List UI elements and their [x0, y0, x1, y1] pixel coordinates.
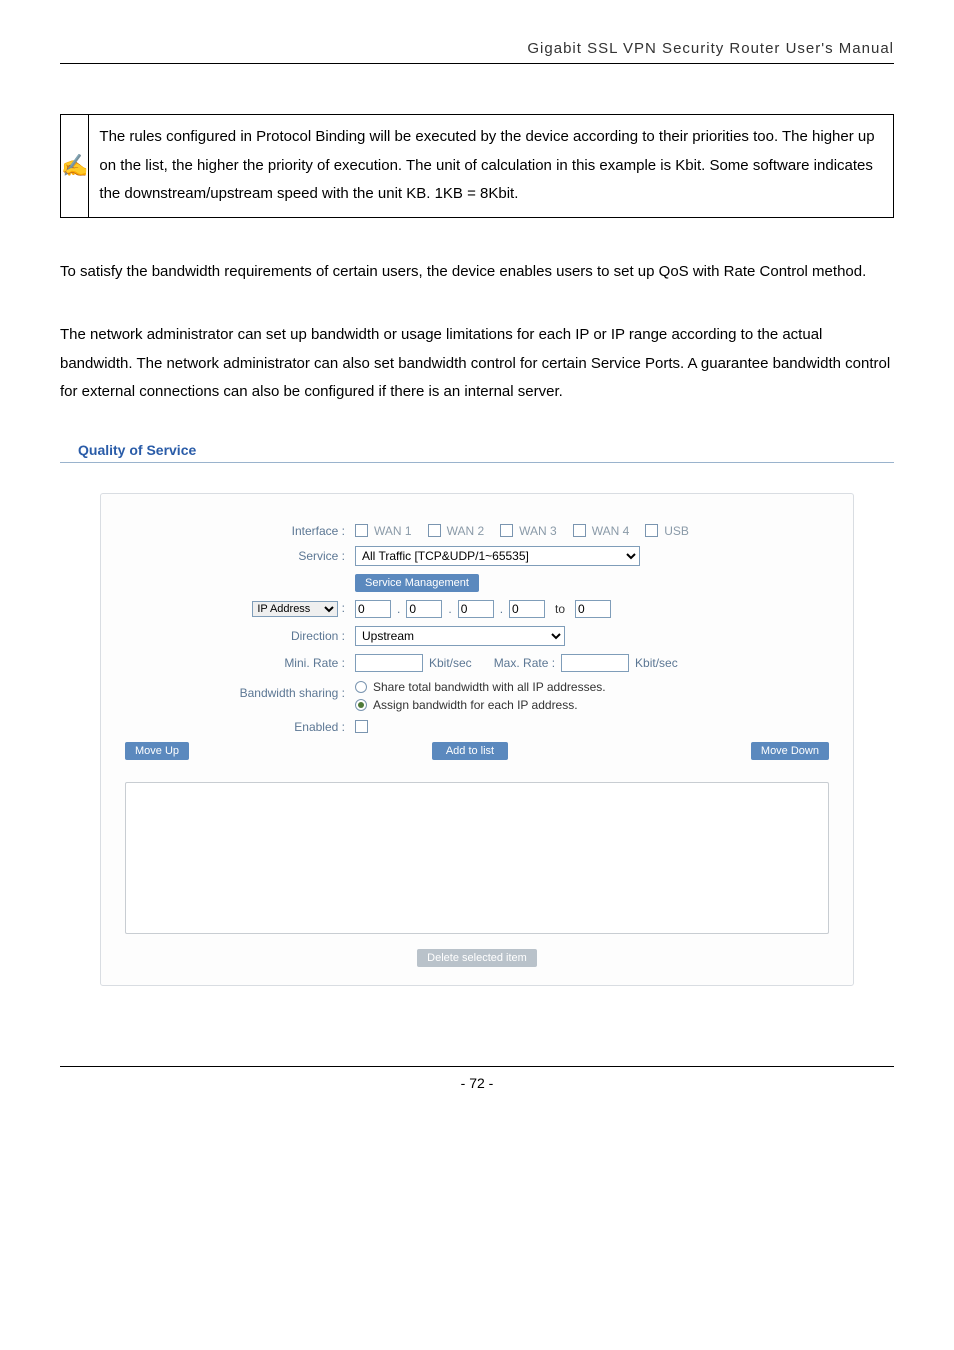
radio-label-assign-each: Assign bandwidth for each IP address. — [373, 698, 578, 712]
checkbox-label-wan2: WAN 2 — [447, 524, 485, 538]
checkbox-wan3[interactable] — [500, 524, 513, 537]
service-management-button[interactable]: Service Management — [355, 574, 479, 592]
ip-type-select[interactable]: IP Address — [252, 601, 338, 617]
move-up-button[interactable]: Move Up — [125, 742, 189, 760]
max-rate-label: Max. Rate : — [494, 656, 555, 670]
label-direction: Direction : — [125, 629, 355, 643]
label-bandwidth-sharing: Bandwidth sharing : — [125, 680, 355, 700]
ip-to-label: to — [555, 602, 565, 616]
checkbox-usb[interactable] — [645, 524, 658, 537]
section-underline — [60, 462, 894, 463]
checkbox-wan2[interactable] — [428, 524, 441, 537]
label-mini-rate: Mini. Rate : — [125, 656, 355, 670]
move-down-button[interactable]: Move Down — [751, 742, 829, 760]
checkbox-wan1[interactable] — [355, 524, 368, 537]
checkbox-enabled[interactable] — [355, 720, 368, 733]
ip-octet-1[interactable] — [355, 600, 391, 618]
paragraph-2: The network administrator can set up ban… — [60, 321, 894, 407]
paragraph-1: To satisfy the bandwidth requirements of… — [60, 258, 894, 287]
ip-octet-4[interactable] — [509, 600, 545, 618]
checkbox-label-wan1: WAN 1 — [374, 524, 412, 538]
checkbox-label-wan4: WAN 4 — [592, 524, 630, 538]
note-text: The rules configured in Protocol Binding… — [89, 115, 893, 217]
rule-list-box[interactable] — [125, 782, 829, 934]
label-service: Service : — [125, 549, 355, 563]
radio-assign-each[interactable] — [355, 699, 367, 711]
max-rate-unit: Kbit/sec — [635, 656, 678, 670]
section-heading-wrap: Quality of Service — [60, 442, 894, 463]
dot: . — [397, 602, 400, 616]
min-rate-unit: Kbit/sec — [429, 656, 472, 670]
ip-octet-2[interactable] — [406, 600, 442, 618]
label-interface: Interface : — [125, 524, 355, 538]
checkbox-wan4[interactable] — [573, 524, 586, 537]
radio-share-total[interactable] — [355, 681, 367, 693]
dot: . — [448, 602, 451, 616]
delete-selected-button[interactable]: Delete selected item — [417, 949, 537, 967]
service-select[interactable]: All Traffic [TCP&UDP/1~65535] — [355, 546, 640, 566]
max-rate-input[interactable] — [561, 654, 629, 672]
checkbox-label-usb: USB — [664, 524, 689, 538]
dot: . — [500, 602, 503, 616]
add-to-list-button[interactable]: Add to list — [432, 742, 508, 760]
handwrite-icon: ✍ — [61, 115, 89, 217]
min-rate-input[interactable] — [355, 654, 423, 672]
section-heading: Quality of Service — [60, 442, 894, 460]
direction-select[interactable]: Upstream — [355, 626, 565, 646]
ip-octet-3[interactable] — [458, 600, 494, 618]
page-header: Gigabit SSL VPN Security Router User's M… — [60, 40, 894, 64]
radio-label-share-total: Share total bandwidth with all IP addres… — [373, 680, 606, 694]
checkbox-label-wan3: WAN 3 — [519, 524, 557, 538]
page-footer: - 72 - — [60, 1066, 894, 1091]
ip-octet-5[interactable] — [575, 600, 611, 618]
note-box: ✍ The rules configured in Protocol Bindi… — [60, 114, 894, 218]
qos-panel: Interface : WAN 1 WAN 2 WAN 3 WAN 4 USB … — [100, 493, 854, 986]
label-enabled: Enabled : — [125, 720, 355, 734]
